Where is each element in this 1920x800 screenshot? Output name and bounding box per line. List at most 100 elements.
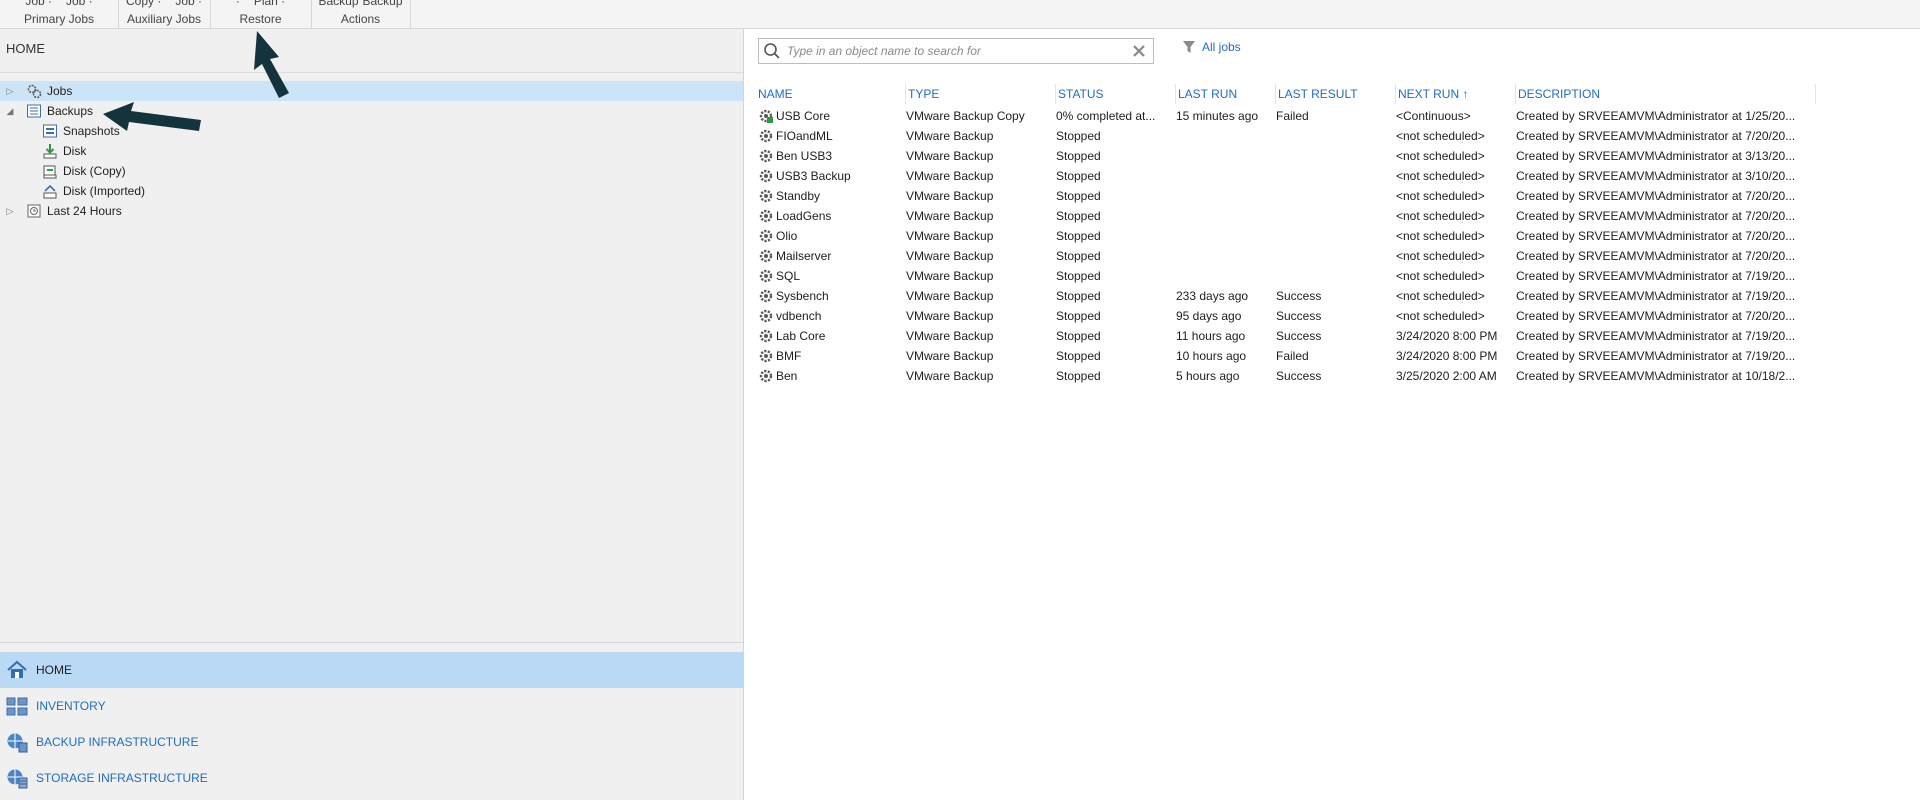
job-name: Olio bbox=[776, 229, 798, 243]
disk-imported-icon bbox=[43, 184, 57, 199]
backup-job-gear-icon bbox=[759, 329, 773, 343]
cell-name: USB Core bbox=[756, 106, 906, 126]
cell-last-run: 11 hours ago bbox=[1176, 329, 1246, 343]
table-row[interactable]: Ben VMware Backup Stopped 5 hours ago Succes… bbox=[756, 366, 1856, 386]
backup-job-gear-icon bbox=[759, 349, 773, 363]
cell-type: VMware Backup bbox=[906, 149, 994, 163]
column-header-name[interactable]: NAME bbox=[756, 84, 906, 104]
cell-status: Stopped bbox=[1056, 269, 1101, 283]
ribbon-button-job[interactable]: Job · bbox=[66, 0, 93, 8]
job-name: Ben bbox=[776, 369, 798, 383]
table-row[interactable]: Olio VMware Backup Stopped <not scheduled> C… bbox=[756, 226, 1856, 246]
cell-next-run: 3/25/2020 2:00 AM bbox=[1396, 369, 1497, 383]
cell-type: VMware Backup bbox=[906, 289, 994, 303]
backup-job-gear-icon bbox=[759, 249, 773, 263]
column-header-description[interactable]: DESCRIPTION bbox=[1516, 84, 1816, 104]
jobs-view: All jobs NAME TYPE STATUS LAST RUN LAST … bbox=[744, 29, 1920, 800]
tree-item-disk[interactable]: Disk bbox=[0, 141, 743, 161]
cell-name: FIOandML bbox=[756, 126, 906, 146]
table-row[interactable]: Lab Core VMware Backup Stopped 11 hours ago… bbox=[756, 326, 1856, 346]
column-header-last-result[interactable]: LAST RESULT bbox=[1276, 84, 1396, 104]
ribbon-button-backup[interactable]: Backup bbox=[318, 0, 358, 8]
tree-item-disk-imported[interactable]: Disk (Imported) bbox=[0, 181, 743, 201]
ribbon-button-restore[interactable]: · bbox=[236, 0, 240, 8]
table-row[interactable]: BMF VMware Backup Stopped 10 hours ago Faile… bbox=[756, 346, 1856, 366]
job-name: Standby bbox=[776, 189, 821, 203]
backup-job-gear-icon bbox=[759, 189, 773, 203]
ribbon-cut-buttons[interactable]: Job · Job · bbox=[0, 0, 118, 8]
table-row[interactable]: USB Core VMware Backup Copy 0% completed a… bbox=[756, 106, 1856, 126]
nav-backup-infrastructure[interactable]: BACKUP INFRASTRUCTURE bbox=[0, 724, 743, 760]
expand-icon[interactable]: ▷ bbox=[5, 86, 15, 96]
tree-item-last-24-hours[interactable]: ▷ Last 24 Hours bbox=[0, 201, 743, 221]
cell-type: VMware Backup Copy bbox=[906, 109, 1025, 123]
cell-type: VMware Backup bbox=[906, 249, 994, 263]
backup-job-gear-icon bbox=[759, 209, 773, 223]
cell-description: Created by SRVEEAMVM\Administrator at 10… bbox=[1516, 369, 1796, 383]
column-header-status[interactable]: STATUS bbox=[1056, 84, 1176, 104]
clear-search-icon[interactable] bbox=[1131, 43, 1147, 59]
cell-next-run: <not scheduled> bbox=[1396, 129, 1485, 143]
nav-storage-infrastructure[interactable]: STORAGE INFRASTRUCTURE bbox=[0, 760, 743, 796]
last-24-hours-icon bbox=[27, 204, 41, 218]
table-row[interactable]: Ben USB3 VMware Backup Stopped <not schedul… bbox=[756, 146, 1856, 166]
search-input[interactable] bbox=[785, 41, 1119, 61]
tree-item-jobs[interactable]: ▷ Jobs bbox=[0, 81, 743, 101]
nav-label: HOME bbox=[36, 663, 72, 677]
navigation-pane: HOME ▷ Jobs ◢ Backups Snapshots Disk Dis… bbox=[0, 29, 744, 800]
job-name: Ben USB3 bbox=[776, 149, 833, 163]
job-name: USB3 Backup bbox=[776, 169, 851, 183]
ribbon-group-primary-jobs: Job · Job · Primary Jobs bbox=[0, 0, 119, 28]
cell-type: VMware Backup bbox=[906, 189, 994, 203]
table-row[interactable]: FIOandML VMware Backup Stopped <not schedul… bbox=[756, 126, 1856, 146]
column-header-type[interactable]: TYPE bbox=[906, 84, 1056, 104]
cell-last-result: Success bbox=[1276, 309, 1322, 323]
cell-type: VMware Backup bbox=[906, 349, 994, 363]
column-header-next-run[interactable]: NEXT RUN ↑ bbox=[1396, 84, 1516, 104]
ribbon-group-restore: · Plan · Restore bbox=[210, 0, 312, 28]
table-row[interactable]: USB3 Backup VMware Backup Stopped <not sche… bbox=[756, 166, 1856, 186]
cell-description: Created by SRVEEAMVM\Administrator at 7/… bbox=[1516, 129, 1796, 143]
cell-status: Stopped bbox=[1056, 129, 1101, 143]
ribbon-button-backup[interactable]: Backup bbox=[363, 0, 403, 8]
ribbon-button-plan[interactable]: Plan · bbox=[254, 0, 285, 8]
collapse-icon[interactable]: ◢ bbox=[5, 106, 15, 116]
ribbon-group-label: Restore bbox=[239, 12, 282, 26]
ribbon-button-backup-copy[interactable]: Copy · bbox=[126, 0, 161, 8]
cell-last-result: Success bbox=[1276, 289, 1322, 303]
divider bbox=[0, 642, 743, 643]
backup-job-gear-icon bbox=[759, 129, 773, 143]
job-name: USB Core bbox=[776, 109, 831, 123]
filter-icon bbox=[1183, 41, 1195, 53]
ribbon-group-label: Primary Jobs bbox=[23, 12, 94, 26]
table-row[interactable]: Mailserver VMware Backup Stopped <not sched… bbox=[756, 246, 1856, 266]
cell-next-run: 3/24/2020 8:00 PM bbox=[1396, 349, 1498, 363]
nav-inventory[interactable]: INVENTORY bbox=[0, 688, 743, 724]
cell-name: LoadGens bbox=[756, 206, 906, 226]
ribbon-button-job[interactable]: Job · bbox=[25, 0, 52, 8]
cell-last-result bbox=[1276, 166, 1396, 186]
table-row[interactable]: Sysbench VMware Backup Stopped 233 days ago… bbox=[756, 286, 1856, 306]
tree-item-snapshots[interactable]: Snapshots bbox=[0, 121, 743, 141]
column-header-last-run[interactable]: LAST RUN bbox=[1176, 84, 1276, 104]
sort-ascending-icon: ↑ bbox=[1462, 87, 1469, 101]
ribbon-button-job[interactable]: Job · bbox=[175, 0, 202, 8]
cell-status: Stopped bbox=[1056, 149, 1101, 163]
table-row[interactable]: vdbench VMware Backup Stopped 95 days ago Su… bbox=[756, 306, 1856, 326]
backup-copy-job-icon bbox=[759, 109, 773, 123]
cell-name: Sysbench bbox=[756, 286, 906, 306]
ribbon-group-label: Auxiliary Jobs bbox=[126, 12, 202, 26]
cell-last-result: Success bbox=[1276, 369, 1322, 383]
nav-home[interactable]: HOME bbox=[0, 652, 743, 688]
table-row[interactable]: Standby VMware Backup Stopped <not schedule… bbox=[756, 186, 1856, 206]
cell-type: VMware Backup bbox=[906, 369, 994, 383]
table-row[interactable]: LoadGens VMware Backup Stopped <not schedul… bbox=[756, 206, 1856, 226]
cell-last-run bbox=[1176, 246, 1276, 266]
tree-item-backups[interactable]: ◢ Backups bbox=[0, 101, 743, 121]
filter-all-jobs[interactable]: All jobs bbox=[1182, 40, 1241, 54]
tree-item-disk-copy[interactable]: Disk (Copy) bbox=[0, 161, 743, 181]
cell-last-run bbox=[1176, 226, 1276, 246]
cell-type: VMware Backup bbox=[906, 209, 994, 223]
expand-icon[interactable]: ▷ bbox=[5, 206, 15, 216]
table-row[interactable]: SQL VMware Backup Stopped <not scheduled> Cr… bbox=[756, 266, 1856, 286]
